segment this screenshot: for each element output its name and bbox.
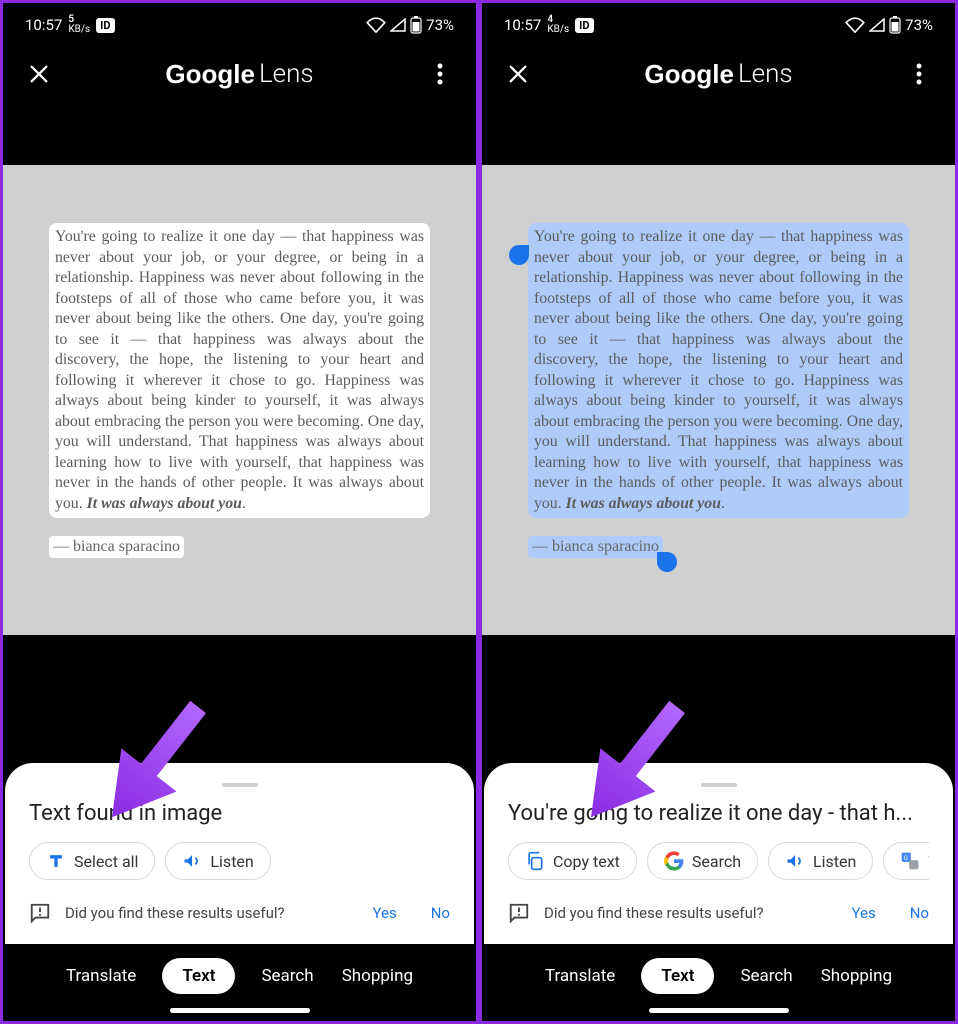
text-t-icon [46, 851, 66, 871]
app-title: Google Lens [536, 59, 901, 90]
scan-area[interactable]: You're going to realize it one day — tha… [482, 165, 955, 635]
tab-text[interactable]: Text [641, 958, 714, 994]
app-title: Google Lens [57, 59, 422, 90]
more-vertical-icon [437, 63, 443, 85]
speaker-icon [182, 851, 202, 871]
close-icon [28, 63, 50, 85]
tab-translate[interactable]: Translate [543, 960, 617, 992]
chip-row: Select all Listen [29, 842, 450, 880]
status-time: 10:57 [25, 16, 62, 34]
more-button[interactable] [901, 56, 937, 92]
battery-icon [410, 16, 422, 34]
close-button[interactable] [500, 56, 536, 92]
wifi-icon [366, 17, 386, 33]
close-button[interactable] [21, 56, 57, 92]
close-icon [507, 63, 529, 85]
topbar: Google Lens [482, 47, 955, 101]
chip-row: Copy text Search Listen G Tr [508, 842, 929, 880]
feedback-icon [508, 902, 530, 924]
status-bar: 10:57 4KB/s ID 73% [482, 3, 955, 47]
listen-chip[interactable]: Listen [768, 842, 873, 880]
status-battery: 73% [426, 16, 454, 34]
tab-shopping[interactable]: Shopping [340, 960, 415, 992]
id-tag: ID [96, 18, 114, 33]
scan-area[interactable]: You're going to realize it one day — tha… [3, 165, 476, 635]
feedback-no[interactable]: No [431, 904, 450, 922]
translate-icon: G [900, 851, 920, 871]
detected-text-block[interactable]: You're going to realize it one day — tha… [49, 223, 430, 518]
topbar: Google Lens [3, 47, 476, 101]
status-battery: 73% [905, 16, 933, 34]
more-vertical-icon [916, 63, 922, 85]
author-text[interactable]: — bianca sparacino [49, 536, 184, 558]
mode-tabs: Translate Text Search Shopping [482, 944, 955, 1008]
nav-handle[interactable] [649, 1008, 789, 1013]
listen-chip[interactable]: Listen [165, 842, 270, 880]
selected-text-block[interactable]: You're going to realize it one day — tha… [528, 223, 909, 518]
speaker-icon [785, 851, 805, 871]
mode-tabs: Translate Text Search Shopping [3, 944, 476, 1008]
more-button[interactable] [422, 56, 458, 92]
copy-icon [525, 851, 545, 871]
sheet-drag-handle[interactable] [222, 783, 258, 787]
nav-handle[interactable] [170, 1008, 310, 1013]
translate-chip[interactable]: G Tr [883, 842, 929, 880]
svg-text:G: G [904, 854, 909, 862]
signal-icon [869, 18, 885, 32]
signal-icon [390, 18, 406, 32]
status-time: 10:57 [504, 16, 541, 34]
feedback-icon [29, 902, 51, 924]
status-bar: 10:57 5KB/s ID 73% [3, 3, 476, 47]
tab-search[interactable]: Search [259, 960, 315, 992]
tab-shopping[interactable]: Shopping [819, 960, 894, 992]
feedback-yes[interactable]: Yes [852, 904, 876, 922]
feedback-question: Did you find these results useful? [544, 904, 764, 922]
feedback-row: Did you find these results useful? Yes N… [508, 902, 929, 924]
search-chip[interactable]: Search [647, 842, 758, 880]
battery-icon [889, 16, 901, 34]
feedback-row: Did you find these results useful? Yes N… [29, 902, 450, 924]
selection-handle-start[interactable] [509, 245, 529, 265]
feedback-no[interactable]: No [910, 904, 929, 922]
feedback-question: Did you find these results useful? [65, 904, 285, 922]
phone-left: 10:57 5KB/s ID 73% Google Lens You're go… [0, 0, 479, 1024]
tab-translate[interactable]: Translate [64, 960, 138, 992]
selection-handle-end[interactable] [657, 552, 677, 572]
feedback-yes[interactable]: Yes [373, 904, 397, 922]
google-g-icon [664, 851, 684, 871]
wifi-icon [845, 17, 865, 33]
author-text-selected[interactable]: — bianca sparacino [528, 536, 663, 558]
sheet-drag-handle[interactable] [701, 783, 737, 787]
tab-text[interactable]: Text [162, 958, 235, 994]
tab-search[interactable]: Search [738, 960, 794, 992]
id-tag: ID [575, 18, 593, 33]
phone-right: 10:57 4KB/s ID 73% Google Lens You're go… [479, 0, 958, 1024]
